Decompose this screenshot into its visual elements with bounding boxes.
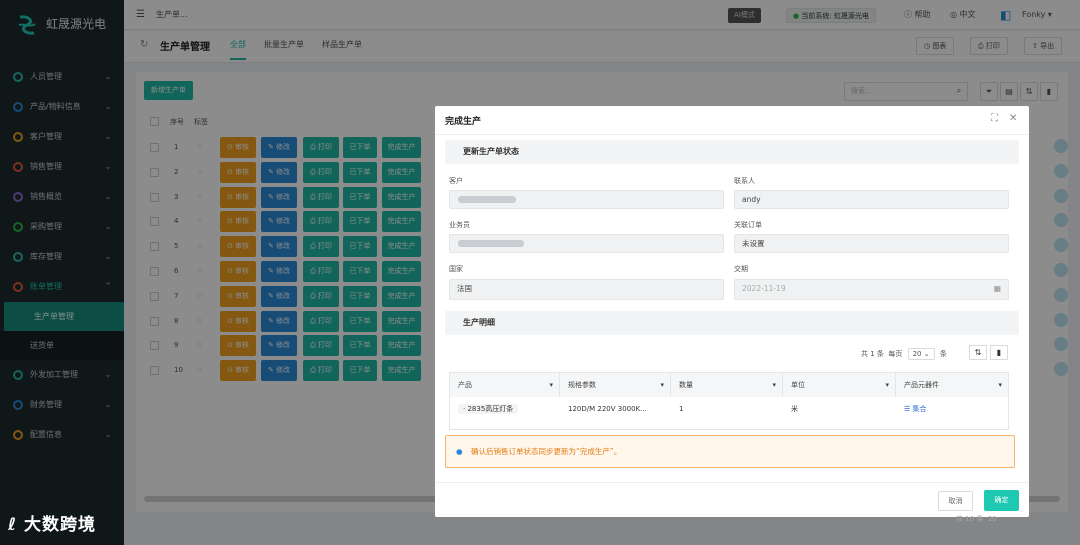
section-status: 更新生产单状态 — [445, 140, 1019, 164]
product-tag: · 2835高压灯条 — [458, 404, 519, 414]
cell-unit: 米 — [791, 405, 798, 413]
th-spec[interactable]: 规格参数 ▾ — [560, 373, 671, 397]
page-size-select[interactable]: 20 ⌄ — [907, 348, 935, 360]
th-quantity[interactable]: 数量 ▾ — [671, 373, 783, 397]
caret-down-icon: ▾ — [549, 381, 553, 389]
cell-product[interactable]: · 2835高压灯条 — [450, 397, 560, 421]
country-field[interactable]: 法国 — [449, 279, 724, 300]
complete-production-dialog: 完成生产 ⛶ ✕ 更新生产单状态 客户 联系人 andy 业务员 关联订单 未设… — [435, 106, 1029, 517]
th-label: 数量 — [679, 381, 693, 389]
watermark-logo-icon: ℓ — [8, 515, 18, 535]
related-order-field[interactable]: 未设置 — [734, 234, 1009, 253]
footer-total: 共 10 条 — [956, 515, 984, 523]
country-label: 国家 — [449, 265, 463, 273]
divider — [435, 482, 1029, 483]
th-label: 产品元器件 — [904, 381, 939, 389]
th-label: 规格参数 — [568, 381, 596, 389]
caret-down-icon: ▾ — [660, 381, 664, 389]
salesperson-field[interactable] — [449, 234, 724, 253]
dialog-title: 完成生产 — [445, 117, 482, 127]
list-icon: ☰ — [904, 405, 911, 413]
related-order-label: 关联订单 — [734, 221, 762, 229]
cell-quantity: 1 — [679, 405, 684, 413]
production-detail-table: 产品 ▾ 规格参数 ▾ 数量 ▾ 单位 ▾ 产品元器件 ▾ · 2835高压灯条 120D… — [449, 372, 1009, 430]
close-icon[interactable]: ✕ — [1009, 113, 1017, 124]
pager-unit: 条 — [939, 350, 947, 358]
customer-label: 客户 — [449, 177, 463, 185]
confirm-button[interactable]: 确定 — [984, 490, 1019, 511]
calendar-icon[interactable]: ▦ — [994, 280, 1001, 297]
redacted-text — [458, 196, 516, 203]
delivery-date-field[interactable]: 2022-11-19 ▦ — [734, 279, 1009, 300]
th-label: 单位 — [791, 381, 805, 389]
page-size-value: 20 — [912, 350, 922, 358]
parts-link[interactable]: ☰ 集合 — [896, 397, 1008, 421]
contact-label: 联系人 — [734, 177, 755, 185]
caret-down-icon: ▾ — [998, 381, 1002, 389]
product-value: 2835高压灯条 — [467, 405, 514, 413]
delivery-date-value: 2022-11-19 — [742, 284, 786, 293]
watermark: ℓ 大数跨境 — [8, 510, 96, 535]
maximize-icon[interactable]: ⛶ — [991, 113, 998, 124]
watermark-text: 大数跨境 — [23, 515, 96, 535]
bar-chart-icon[interactable]: ▮ — [990, 345, 1008, 360]
divider — [435, 134, 1029, 135]
cancel-button[interactable]: 取消 — [938, 491, 973, 511]
redacted-text — [458, 240, 524, 247]
section-details: 生产明细 — [445, 311, 1019, 335]
delivery-date-label: 交期 — [734, 265, 748, 273]
info-alert: ● 确认后销售订单状态同步更新为“完成生产”。 — [445, 435, 1015, 468]
th-parts[interactable]: 产品元器件 ▾ — [896, 373, 1008, 397]
customer-field[interactable] — [449, 190, 724, 209]
pager: 共 1 条 每页 20 ⌄ 条 — [861, 348, 947, 360]
pager-total: 共 1 条 — [861, 350, 884, 358]
salesperson-label: 业务员 — [449, 221, 470, 229]
parts-value: 集合 — [912, 405, 927, 413]
caret-down-icon: ▾ — [885, 381, 889, 389]
caret-down-icon: ▾ — [772, 381, 776, 389]
info-icon: ● — [456, 447, 463, 456]
cell-spec: 120D/M 220V 3000K... — [568, 405, 647, 413]
list-footer: 共 10 条 20 — [956, 514, 997, 524]
alert-text: 确认后销售订单状态同步更新为“完成生产”。 — [471, 447, 622, 456]
th-unit[interactable]: 单位 ▾ — [783, 373, 896, 397]
contact-field[interactable]: andy — [734, 190, 1009, 209]
pager-per: 每页 — [888, 350, 903, 358]
th-label: 产品 — [458, 381, 472, 389]
density-icon[interactable]: ⇅ — [969, 345, 987, 360]
th-product[interactable]: 产品 ▾ — [450, 373, 560, 397]
footer-page-size[interactable]: 20 — [988, 515, 997, 523]
